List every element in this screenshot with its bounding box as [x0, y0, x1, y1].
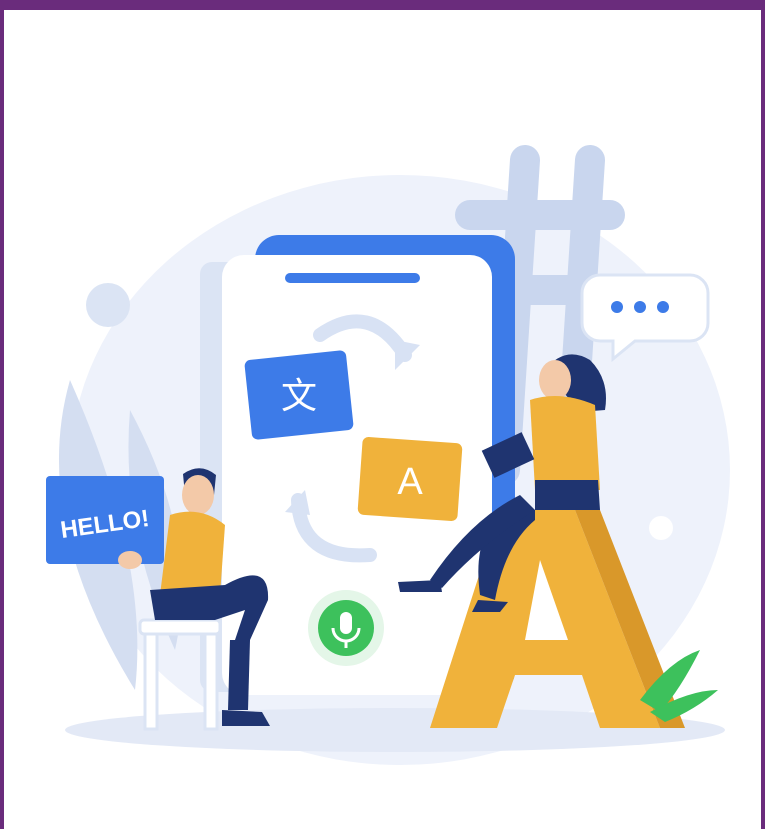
microphone-icon	[340, 612, 352, 634]
source-language-card: 文	[244, 350, 354, 440]
man-hand	[118, 551, 142, 569]
target-language-card: A	[357, 437, 463, 521]
decor-circle-left	[86, 283, 130, 327]
target-language-glyph: A	[397, 461, 423, 503]
microphone-button	[308, 590, 384, 666]
phone-speaker	[285, 273, 420, 283]
hello-card: HELLO!	[46, 476, 164, 564]
translation-illustration: 文 A HELLO!	[46, 145, 730, 765]
decor-circle-right	[649, 516, 673, 540]
source-language-glyph: 文	[281, 376, 317, 417]
